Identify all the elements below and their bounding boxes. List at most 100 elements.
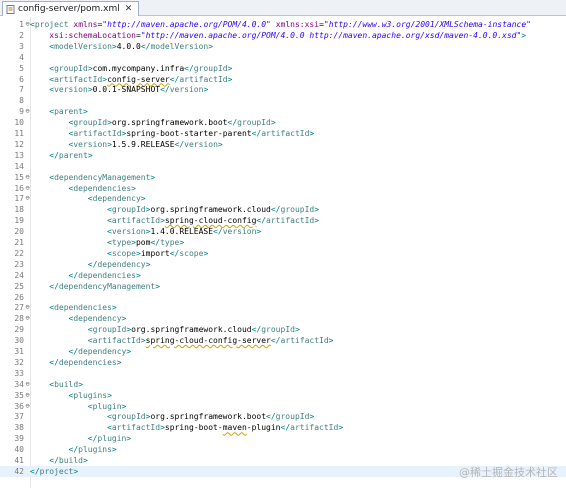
code-line[interactable]: 31 </dependency> [0, 346, 566, 357]
code-token: dependency [92, 194, 141, 204]
code-line[interactable]: 25 </dependencyManagement> [0, 281, 566, 292]
code-line[interactable]: 13 </parent> [0, 150, 566, 161]
code-token: artifactId [111, 423, 161, 433]
code-line[interactable]: 29 <groupId>org.springframework.cloud</g… [0, 324, 566, 335]
code-token: build [58, 456, 83, 465]
code-token: org.springframework.boot [150, 412, 267, 422]
code-line[interactable]: 19 <artifactId>spring-cloud-config</arti… [0, 215, 566, 226]
code-line[interactable]: 34 ⊖ <build> [0, 379, 566, 390]
code-line[interactable]: 10 <groupId>org.springframework.boot</gr… [0, 117, 566, 128]
code-token: groupId [237, 118, 271, 128]
code-line[interactable]: 9 ⊖ <parent> [0, 106, 566, 117]
line-number: 39 [14, 434, 24, 444]
code-token: version [54, 85, 88, 95]
editor-tab-bar: config-server/pom.xml ✕ [0, 0, 566, 16]
code-line[interactable]: 36 ⊖ <plugin> [0, 401, 566, 412]
line-number: 41 [14, 456, 24, 465]
code-token: plugin [92, 401, 122, 411]
line-number: 12 [14, 139, 24, 149]
code-line[interactable]: 3 <modelVersion>4.0.0</modelVersion> [0, 41, 566, 52]
code-line[interactable]: 18 <groupId>org.springframework.cloud</g… [0, 204, 566, 215]
code-token: > [203, 248, 209, 258]
code-token: org.springframework.cloud [150, 205, 271, 215]
code-token: > [179, 238, 185, 247]
code-line[interactable]: 38 <artifactId>spring-boot-maven-plugin<… [0, 422, 566, 433]
code-text: <parent> [30, 106, 88, 117]
code-token: spring-cloud-config-server [145, 336, 271, 346]
code-line[interactable]: 27 ⊖ <dependencies> [0, 302, 566, 313]
code-line[interactable]: 2 xsi:schemaLocation="http://maven.apach… [0, 30, 566, 41]
code-line[interactable]: 15 ⊖ <dependencyManagement> [0, 172, 566, 183]
code-token: > [116, 357, 122, 367]
code-token: dependencyManagement [58, 281, 156, 291]
line-number: 5 [19, 63, 24, 73]
code-line[interactable]: 17 ⊖ <dependency> [0, 193, 566, 204]
code-line[interactable]: 20 <version>1.4.0.RELEASE</version> [0, 226, 566, 237]
code-token: type [160, 238, 180, 247]
code-token: > [145, 259, 151, 269]
tab-label: config-server/pom.xml [18, 4, 120, 14]
code-line[interactable]: 35 ⊖ <plugins> [0, 390, 566, 401]
code-line[interactable]: 8 [0, 95, 566, 106]
code-text: <artifactId>spring-cloud-config</artifac… [30, 215, 319, 226]
code-text: </project> [30, 466, 78, 477]
code-token: artifactId [92, 336, 141, 346]
close-icon[interactable]: ✕ [125, 3, 133, 15]
code-line[interactable]: 22 <scope>import</scope> [0, 248, 566, 259]
code-line[interactable]: 12 <version>1.5.9.RELEASE</version> [0, 139, 566, 150]
code-text: <groupId>org.springframework.cloud</grou… [30, 324, 300, 335]
code-line[interactable]: 40 </plugins> [0, 444, 566, 455]
code-text: <modelVersion>4.0.0</modelVersion> [30, 41, 213, 52]
code-token: > [121, 314, 127, 324]
code-line[interactable]: 16 ⊖ <dependencies> [0, 183, 566, 194]
code-token: </ [49, 281, 59, 291]
code-text: </plugins> [30, 444, 117, 455]
code-text: <version>0.0.1-SNAPSHOT</version> [30, 84, 208, 95]
code-token: plugins [78, 445, 112, 455]
code-line[interactable]: 7 <version>0.0.1-SNAPSHOT</version> [0, 84, 566, 95]
code-token: 0.0.1-SNAPSHOT [92, 85, 161, 95]
code-token: > [309, 412, 315, 422]
code-token: xsi:schemaLocation [49, 30, 136, 40]
code-text: <artifactId>spring-boot-maven-plugin</ar… [30, 422, 343, 433]
code-line[interactable]: 39 </plugin> [0, 433, 566, 444]
watermark: @稀土掘金技术社区 [459, 464, 558, 480]
code-line[interactable]: 11 <artifactId>spring-boot-starter-paren… [0, 128, 566, 139]
line-number: 20 [14, 227, 24, 237]
code-line[interactable]: 5 <groupId>com.mycompany.infra</groupId> [0, 63, 566, 74]
code-token: > [83, 107, 88, 117]
code-line[interactable]: 23 </dependency> [0, 259, 566, 270]
line-number: 24 [14, 270, 24, 280]
code-line[interactable]: 32 </dependencies> [0, 357, 566, 368]
xml-editor[interactable]: 1 ⊖ <project xmlns="http://maven.apache.or… [0, 17, 566, 488]
code-line[interactable]: 28 ⊖ <dependency> [0, 313, 566, 324]
code-text: <dependency> [30, 193, 146, 204]
line-number: 33 [14, 368, 24, 378]
code-line[interactable]: 37 <groupId>org.springframework.boot</gr… [0, 411, 566, 422]
code-line[interactable]: 6 <artifactId>config-server</artifactId> [0, 74, 566, 85]
code-line[interactable]: 33 [0, 368, 566, 379]
code-token: > [314, 216, 320, 226]
code-token: groupId [111, 205, 146, 215]
tab-pom-xml[interactable]: config-server/pom.xml ✕ [2, 1, 140, 16]
code-line[interactable]: 26 [0, 292, 566, 303]
code-token: </ [87, 259, 98, 269]
code-line[interactable]: 21 <type>pom</type> [0, 237, 566, 248]
code-line[interactable]: 30 <artifactId>spring-cloud-config-serve… [0, 335, 566, 346]
code-token: artifactId [266, 216, 315, 226]
code-line[interactable]: 4 [0, 52, 566, 63]
code-line[interactable]: 1 ⊖ <project xmlns="http://maven.apache.or… [0, 19, 566, 30]
code-line[interactable]: 24 </dependencies> [0, 270, 566, 281]
code-token: </ [169, 248, 180, 258]
code-token: > [150, 172, 156, 182]
code-line[interactable]: 14 [0, 161, 566, 172]
